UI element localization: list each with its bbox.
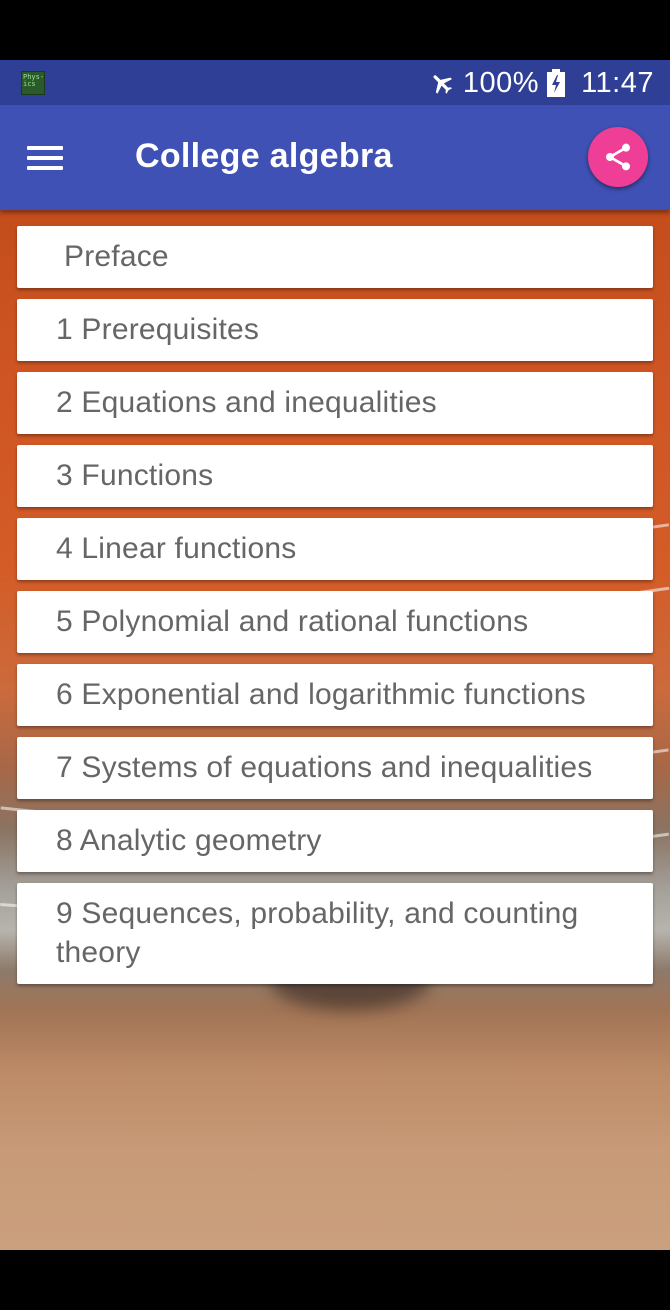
chapter-item-4[interactable]: 4 Linear functions bbox=[17, 518, 653, 580]
chapter-label: Preface bbox=[64, 240, 169, 273]
chapter-item-7[interactable]: 7 Systems of equations and inequalities bbox=[17, 737, 653, 799]
battery-percent: 100% bbox=[462, 66, 540, 99]
chapter-label: 8 Analytic geometry bbox=[56, 824, 322, 857]
chapter-item-5[interactable]: 5 Polynomial and rational functions bbox=[17, 591, 653, 653]
top-system-bezel bbox=[0, 0, 670, 60]
chapter-label: 6 Exponential and logarithmic functions bbox=[56, 678, 586, 711]
chapter-label: 1 Prerequisites bbox=[56, 313, 260, 346]
app-toolbar: College algebra bbox=[0, 105, 670, 210]
chapter-item-9[interactable]: 9 Sequences, probability, and counting t… bbox=[17, 883, 653, 984]
chapter-label: 4 Linear functions bbox=[56, 532, 297, 565]
bottom-system-bezel bbox=[0, 1250, 670, 1310]
notification-app-icon: Phys-ics bbox=[21, 71, 45, 95]
battery-charging-icon bbox=[547, 69, 566, 97]
chapter-label: 5 Polynomial and rational functions bbox=[56, 605, 529, 638]
hamburger-menu-icon[interactable] bbox=[27, 143, 63, 173]
chapter-label: 2 Equations and inequalities bbox=[56, 386, 437, 419]
chapter-item-6[interactable]: 6 Exponential and logarithmic functions bbox=[17, 664, 653, 726]
chapter-label: 7 Systems of equations and inequalities bbox=[56, 751, 593, 784]
status-bar: Phys-ics 100% 11:47 bbox=[0, 60, 670, 105]
chapter-label: 9 Sequences, probability, and counting t… bbox=[56, 897, 579, 969]
chapter-item-8[interactable]: 8 Analytic geometry bbox=[17, 810, 653, 872]
airplane-mode-icon bbox=[433, 75, 452, 94]
chapter-item-2[interactable]: 2 Equations and inequalities bbox=[17, 372, 653, 434]
status-indicators: 100% 11:47 bbox=[429, 64, 654, 102]
chapter-label: 3 Functions bbox=[56, 459, 214, 492]
page-title: College algebra bbox=[135, 137, 393, 175]
chapter-item-3[interactable]: 3 Functions bbox=[17, 445, 653, 507]
chapter-item-1[interactable]: 1 Prerequisites bbox=[17, 299, 653, 361]
share-icon bbox=[606, 143, 630, 171]
chapter-list: Preface 1 Prerequisites 2 Equations and … bbox=[17, 226, 653, 995]
chapter-item-preface[interactable]: Preface bbox=[17, 226, 653, 288]
status-clock: 11:47 bbox=[581, 66, 654, 99]
chapter-list-screen: Preface 1 Prerequisites 2 Equations and … bbox=[0, 210, 670, 1250]
share-button[interactable] bbox=[588, 127, 648, 187]
